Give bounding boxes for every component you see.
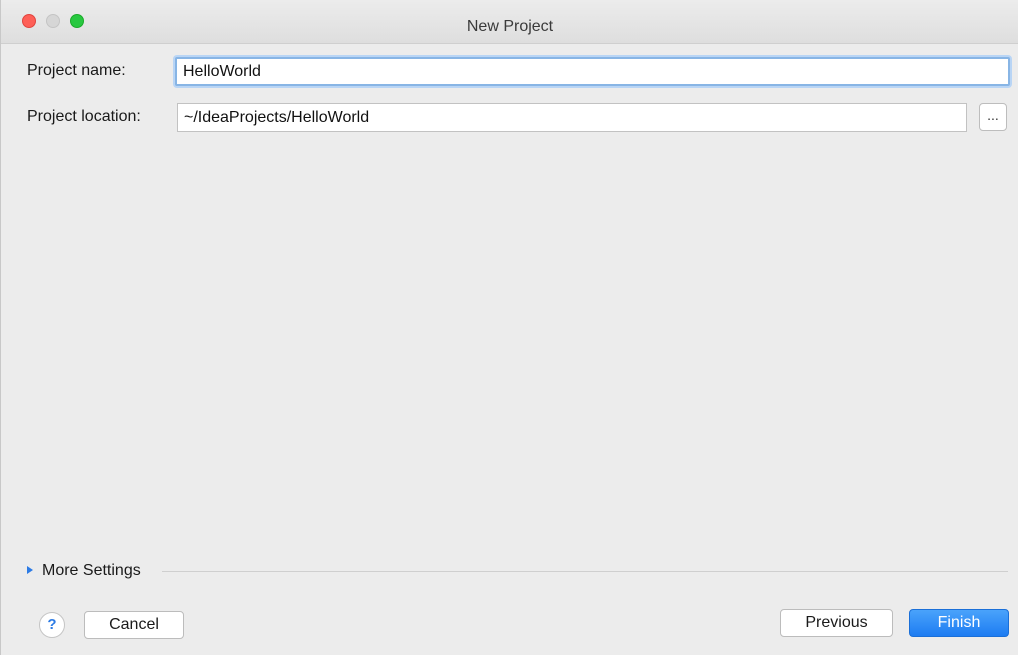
help-button[interactable]: ? (39, 612, 65, 638)
previous-button[interactable]: Previous (780, 609, 893, 637)
project-name-label: Project name: (27, 62, 126, 79)
more-settings-label: More Settings (42, 562, 141, 579)
project-location-label: Project location: (27, 108, 141, 125)
title-bar[interactable]: New Project (1, 0, 1018, 44)
more-settings-toggle[interactable]: More Settings (27, 560, 141, 582)
more-settings-divider (162, 571, 1008, 572)
browse-location-button[interactable]: ... (979, 103, 1007, 131)
new-project-window: New Project Project name: HelloWorld Pro… (0, 0, 1018, 655)
project-location-input[interactable]: ~/IdeaProjects/HelloWorld (177, 103, 967, 132)
project-name-input[interactable]: HelloWorld (175, 57, 1010, 86)
disclosure-triangle-icon (27, 566, 33, 574)
finish-button[interactable]: Finish (909, 609, 1009, 637)
cancel-button[interactable]: Cancel (84, 611, 184, 639)
window-title: New Project (466, 18, 554, 35)
